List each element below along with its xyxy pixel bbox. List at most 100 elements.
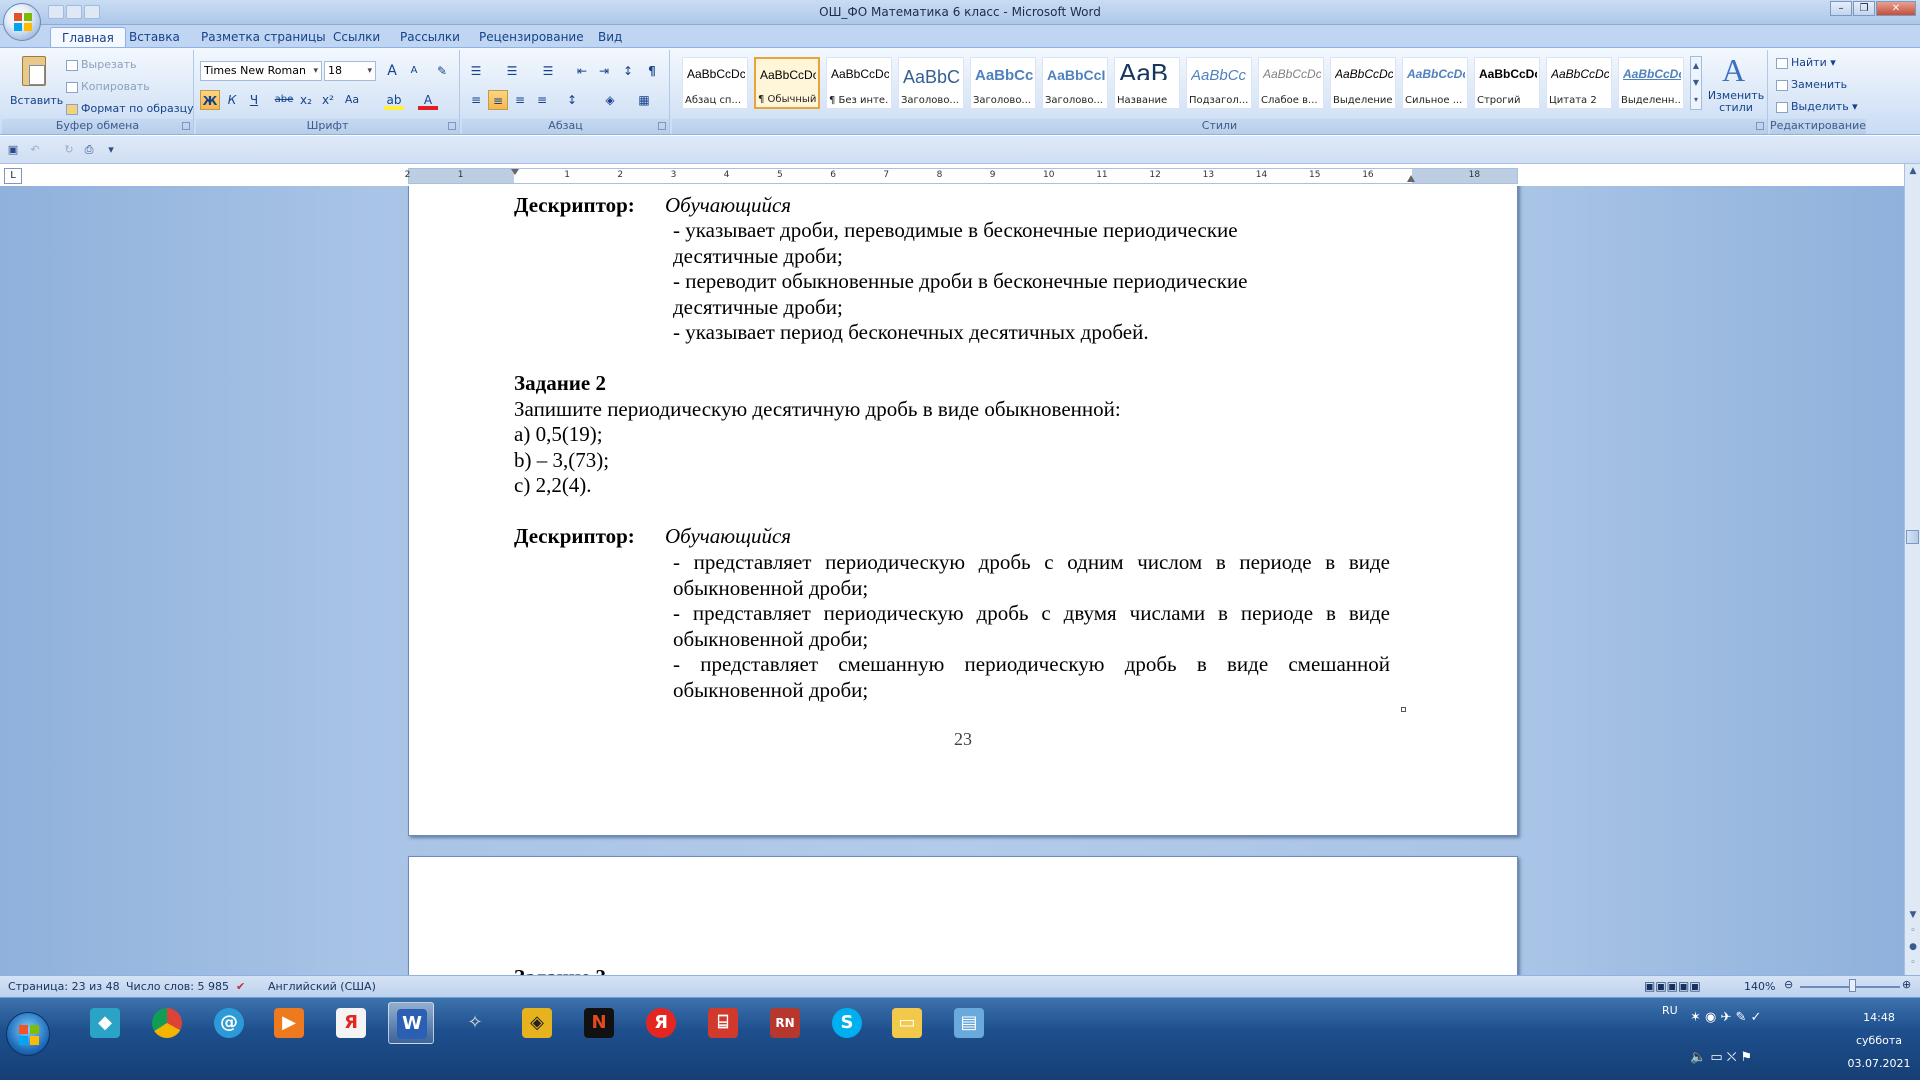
yandex-browser-icon[interactable]: Я bbox=[328, 1002, 374, 1044]
explorer-icon[interactable]: ▭ bbox=[884, 1002, 930, 1044]
prev-page-icon[interactable]: ◦ bbox=[1907, 926, 1919, 938]
tab-mailings[interactable]: Рассылки bbox=[389, 27, 471, 47]
taskbar-app-icon[interactable]: ◆ bbox=[82, 1002, 128, 1044]
vertical-scrollbar[interactable]: ▲ ▼ ◦ ● ◦ bbox=[1904, 164, 1920, 975]
select-button[interactable]: Выделить ▾ bbox=[1776, 100, 1858, 113]
style-tile[interactable]: AaBbCc Подзагол... bbox=[1186, 57, 1252, 109]
paste-button[interactable]: Вставить bbox=[6, 54, 64, 116]
scroll-thumb[interactable] bbox=[1906, 530, 1919, 544]
browse-object-icon[interactable]: ● bbox=[1907, 942, 1919, 954]
style-tile[interactable]: AaB Название bbox=[1114, 57, 1180, 109]
page-count[interactable]: Страница: 23 из 48 bbox=[8, 980, 120, 993]
style-tile[interactable]: AaBbCcDc Сильное ... bbox=[1402, 57, 1468, 109]
image-viewer-icon[interactable]: ▤ bbox=[946, 1002, 992, 1044]
borders-icon[interactable]: ▦ bbox=[634, 90, 654, 110]
print-preview-icon[interactable]: ⎙ bbox=[82, 143, 96, 156]
skype-icon[interactable]: S bbox=[824, 1002, 870, 1044]
bullets-icon[interactable]: ☰ bbox=[466, 61, 486, 81]
yandex-icon[interactable]: Я bbox=[638, 1002, 684, 1044]
style-tile[interactable]: AaBbCcDc ¶ Без инте... bbox=[826, 57, 892, 109]
undo-icon[interactable]: ↶ bbox=[28, 143, 42, 156]
save-icon[interactable]: ▣ bbox=[6, 143, 20, 156]
clock-time[interactable]: 14:48 bbox=[1844, 1011, 1914, 1024]
strikethrough-button[interactable]: abe bbox=[274, 90, 294, 110]
zoom-in-icon[interactable]: ⊕ bbox=[1902, 978, 1911, 991]
font-family-select[interactable]: Times New Roman bbox=[200, 61, 322, 81]
zoom-thumb[interactable] bbox=[1849, 979, 1856, 992]
minimize-button[interactable]: – bbox=[1830, 1, 1852, 16]
clock-day[interactable]: суббота bbox=[1844, 1034, 1914, 1047]
language[interactable]: Английский (США) bbox=[268, 980, 376, 993]
justify-icon[interactable]: ≡ bbox=[532, 90, 552, 110]
zoom-level[interactable]: 140% bbox=[1744, 980, 1775, 993]
multilevel-list-icon[interactable]: ☰ bbox=[538, 61, 558, 81]
copy-button[interactable]: Копировать bbox=[66, 80, 150, 93]
view-buttons-icon[interactable]: ▣▣▣▣▣ bbox=[1644, 979, 1701, 993]
show-marks-button[interactable]: ¶ bbox=[642, 61, 662, 81]
tab-references[interactable]: Ссылки bbox=[322, 27, 391, 47]
dialog-launcher-icon[interactable] bbox=[182, 122, 190, 130]
office-button[interactable] bbox=[3, 3, 41, 41]
media-player-icon[interactable]: ▶ bbox=[266, 1002, 312, 1044]
word-icon[interactable]: W bbox=[388, 1002, 434, 1044]
dialog-launcher-icon[interactable] bbox=[658, 122, 666, 130]
underline-button[interactable]: Ч bbox=[244, 90, 264, 110]
sort-icon[interactable]: ↕ bbox=[618, 61, 638, 81]
superscript-button[interactable]: x² bbox=[318, 90, 338, 110]
tab-selector[interactable]: L bbox=[4, 168, 22, 184]
chrome-icon[interactable] bbox=[144, 1002, 190, 1044]
align-center-icon[interactable]: ≡ bbox=[488, 90, 508, 110]
document-page[interactable]: Дескриптор: Обучающийся - указывает дроб… bbox=[408, 186, 1518, 836]
italic-button[interactable]: К bbox=[222, 90, 242, 110]
align-right-icon[interactable]: ≡ bbox=[510, 90, 530, 110]
cut-button[interactable]: Вырезать bbox=[66, 58, 136, 71]
decrease-indent-icon[interactable]: ⇤ bbox=[572, 61, 592, 81]
horizontal-ruler[interactable]: 2 1 1 2 3 4 5 6 7 8 9 10 11 12 13 14 15 16 18 bbox=[405, 168, 1518, 184]
start-button[interactable] bbox=[6, 1012, 50, 1056]
change-styles-button[interactable]: A Изменить стили bbox=[1706, 52, 1766, 116]
language-indicator[interactable]: RU bbox=[1662, 1004, 1678, 1017]
shrink-font-button[interactable]: A bbox=[404, 61, 424, 81]
customize-qat-icon[interactable]: ▾ bbox=[104, 143, 118, 156]
style-tile[interactable]: AaBbCcDc Выделение bbox=[1330, 57, 1396, 109]
tab-home[interactable]: Главная bbox=[50, 27, 126, 47]
style-tile[interactable]: AaBbCc Заголово... bbox=[970, 57, 1036, 109]
scroll-down-icon[interactable]: ▼ bbox=[1907, 910, 1919, 922]
tab-review[interactable]: Рецензирование bbox=[468, 27, 595, 47]
tab-page-layout[interactable]: Разметка страницы bbox=[190, 27, 337, 47]
align-left-icon[interactable]: ≡ bbox=[466, 90, 486, 110]
style-tile[interactable]: AaBbCcDc Строгий bbox=[1474, 57, 1540, 109]
indent-marker-icon[interactable] bbox=[511, 169, 519, 183]
zoom-out-icon[interactable]: ⊖ bbox=[1784, 978, 1793, 991]
compass-app-icon[interactable]: ✧ bbox=[452, 1002, 498, 1044]
highlight-icon[interactable]: ab bbox=[384, 90, 404, 110]
tab-insert[interactable]: Вставка bbox=[118, 27, 191, 47]
increase-indent-icon[interactable]: ⇥ bbox=[594, 61, 614, 81]
right-indent-marker-icon[interactable] bbox=[1407, 175, 1415, 182]
tray-system-icons[interactable]: 🔈 ▭ ⛌ ⚑ bbox=[1690, 1050, 1752, 1065]
dialog-launcher-icon[interactable] bbox=[448, 122, 456, 130]
style-tile[interactable]: AaBbCcDc Цитата 2 bbox=[1546, 57, 1612, 109]
numbering-icon[interactable]: ☰ bbox=[502, 61, 522, 81]
gallery-scroll[interactable]: ▲ ▼ ▾ bbox=[1690, 56, 1702, 110]
next-page-icon[interactable]: ◦ bbox=[1907, 958, 1919, 970]
game-launcher-icon[interactable]: ◈ bbox=[514, 1002, 560, 1044]
next-document-page[interactable]: Задание 3 bbox=[408, 856, 1518, 975]
line-spacing-icon[interactable]: ↕ bbox=[562, 90, 582, 110]
word-count[interactable]: Число слов: 5 985 bbox=[126, 980, 229, 993]
shading-icon[interactable]: ◈ bbox=[600, 90, 620, 110]
office-app-icon[interactable]: ⌸ bbox=[700, 1002, 746, 1044]
replace-button[interactable]: Заменить bbox=[1776, 78, 1847, 91]
maximize-button[interactable]: ❐ bbox=[1853, 1, 1875, 16]
format-painter-button[interactable]: Формат по образцу bbox=[66, 102, 194, 115]
style-tile[interactable]: AaBbCcDc Слабое в... bbox=[1258, 57, 1324, 109]
style-tile[interactable]: AaBbCcDc ¶ Обычный bbox=[754, 57, 820, 109]
game-app-icon[interactable]: RN bbox=[762, 1002, 808, 1044]
change-case-button[interactable]: Aa bbox=[342, 90, 362, 110]
style-tile[interactable]: AaBbC Заголово... bbox=[898, 57, 964, 109]
app-n-icon[interactable]: N bbox=[576, 1002, 622, 1044]
font-color-button[interactable]: A bbox=[418, 90, 438, 110]
grow-font-button[interactable]: A bbox=[382, 61, 402, 81]
style-tile[interactable]: AaBbCcI Заголово... bbox=[1042, 57, 1108, 109]
browser-icon[interactable]: @ bbox=[206, 1002, 252, 1044]
